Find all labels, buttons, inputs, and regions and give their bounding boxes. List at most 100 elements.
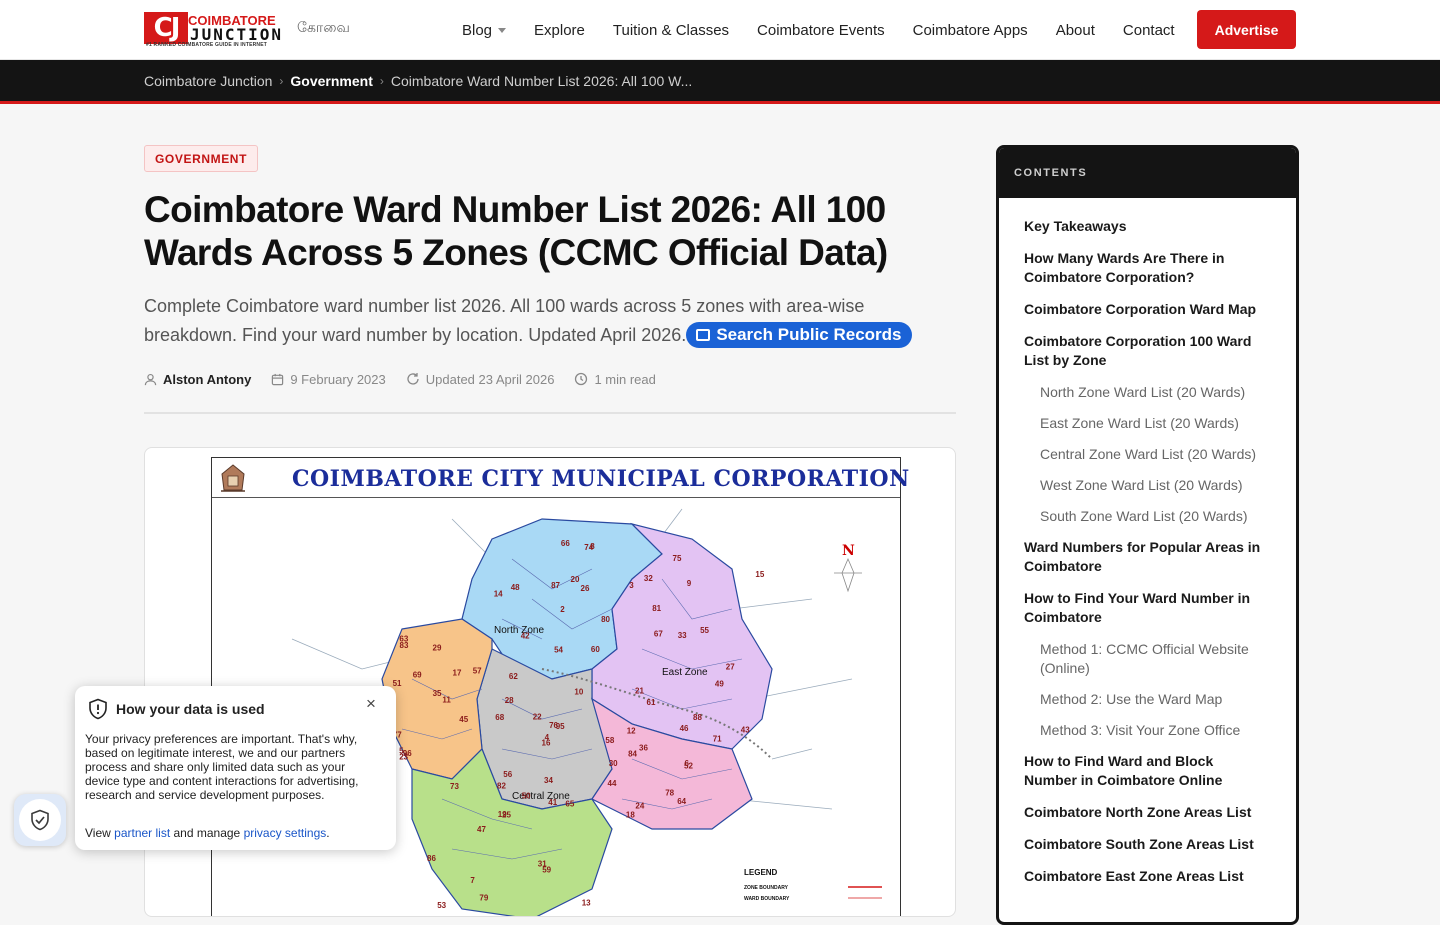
published-date: 9 February 2023 [290, 371, 386, 387]
legend-zone-boundary: ZONE BOUNDARY [744, 885, 789, 891]
privacy-settings-link[interactable]: privacy settings [244, 826, 327, 840]
ward-number-label: 9 [687, 579, 692, 588]
ward-number-label: 42 [521, 632, 530, 641]
toc-subitem[interactable]: West Zone Ward List (20 Wards) [1040, 476, 1265, 495]
partner-list-link[interactable]: partner list [114, 826, 170, 840]
chevron-right-icon: › [279, 73, 284, 88]
page-title: Coimbatore Ward Number List 2026: All 10… [144, 189, 888, 273]
toc-item[interactable]: Coimbatore East Zone Areas List [1024, 867, 1269, 886]
ward-number-label: 43 [741, 726, 750, 735]
ward-number-label: 59 [542, 866, 551, 875]
main-nav: Blog Explore Tuition & Classes Coimbator… [462, 0, 1203, 60]
site-header: CJ COIMBATORE JUNCTION #1 RANKED COIMBAT… [0, 0, 1440, 60]
toc-item[interactable]: Key Takeaways [1024, 217, 1269, 236]
advertise-button[interactable]: Advertise [1197, 10, 1296, 49]
logo-tamil-text: கோவை [297, 19, 350, 35]
ward-number-label: 80 [601, 615, 610, 624]
nav-coimbatore-events[interactable]: Coimbatore Events [757, 22, 885, 39]
search-public-records-button[interactable]: Search Public Records [686, 322, 912, 348]
privacy-settings-button-inner [19, 799, 61, 841]
ward-number-label: 66 [561, 539, 570, 548]
ward-number-label: 45 [459, 715, 468, 724]
toc-item[interactable]: Ward Numbers for Popular Areas in Coimba… [1024, 538, 1269, 576]
site-logo[interactable]: CJ COIMBATORE JUNCTION #1 RANKED COIMBAT… [144, 10, 284, 48]
privacy-foot-suffix: . [326, 826, 330, 840]
privacy-title: How your data is used [116, 701, 265, 717]
ward-number-label: 53 [437, 901, 446, 910]
ward-number-label: 25 [502, 810, 511, 819]
nav-tuition-classes[interactable]: Tuition & Classes [613, 22, 729, 39]
toc-subitem[interactable]: Method 2: Use the Ward Map [1040, 690, 1265, 709]
breadcrumb-home[interactable]: Coimbatore Junction [144, 73, 272, 89]
meta-read-time: 1 min read [574, 372, 656, 387]
ward-number-label: 86 [427, 854, 436, 863]
table-of-contents: CONTENTS Key Takeaways How Many Wards Are… [996, 145, 1299, 925]
nav-coimbatore-apps[interactable]: Coimbatore Apps [913, 22, 1028, 39]
ward-number-label: 14 [494, 590, 503, 599]
nav-about[interactable]: About [1056, 22, 1095, 39]
ward-number-label: 17 [453, 669, 462, 678]
ward-number-label: 75 [673, 554, 682, 563]
toc-item[interactable]: Coimbatore Corporation Ward Map [1024, 300, 1269, 319]
category-badge[interactable]: GOVERNMENT [144, 145, 259, 172]
ward-number-label: 33 [678, 631, 687, 640]
toc-item[interactable]: Coimbatore North Zone Areas List [1024, 803, 1269, 822]
logo-tagline: #1 RANKED COIMBATORE GUIDE IN INTERNET [146, 42, 268, 48]
ward-number-label: 57 [473, 666, 482, 675]
toc-subitem[interactable]: South Zone Ward List (20 Wards) [1040, 507, 1265, 526]
nav-contact[interactable]: Contact [1123, 22, 1175, 39]
ward-number-label: 35 [433, 689, 442, 698]
meta-updated: Updated 23 April 2026 [406, 372, 554, 387]
toc-item[interactable]: How to Find Ward and Block Number in Coi… [1024, 752, 1269, 790]
breadcrumb-bar: Coimbatore Junction › Government › Coimb… [0, 60, 1440, 104]
ward-number-label: 24 [635, 802, 644, 811]
privacy-foot-middle: and manage [170, 826, 244, 840]
toc-item[interactable]: How to Find Your Ward Number in Coimbato… [1024, 589, 1269, 627]
ward-number-label: 26 [581, 584, 590, 593]
toc-subitem[interactable]: Central Zone Ward List (20 Wards) [1040, 445, 1265, 464]
logo-mark: CJ [144, 12, 188, 44]
toc-item[interactable]: How Many Wards Are There in Coimbatore C… [1024, 249, 1269, 287]
privacy-footer: View partner list and manage privacy set… [85, 826, 330, 840]
ward-number-label: 60 [591, 645, 600, 654]
divider [144, 412, 956, 414]
ward-number-label: 28 [505, 696, 514, 705]
toc-subitem[interactable]: East Zone Ward List (20 Wards) [1040, 414, 1265, 433]
ward-number-label: 16 [542, 739, 551, 748]
toc-subitem[interactable]: Method 1: CCMC Official Website (Online) [1040, 640, 1265, 678]
meta-published: 9 February 2023 [271, 371, 386, 387]
ward-number-label: 30 [609, 759, 618, 768]
ward-number-label: 22 [533, 713, 542, 722]
ward-number-label: 27 [726, 663, 735, 672]
breadcrumb-current: Coimbatore Ward Number List 2026: All 10… [390, 72, 693, 89]
ward-number-label: 34 [544, 776, 553, 785]
ward-number-label: 82 [497, 782, 506, 791]
ward-number-label: 65 [565, 800, 574, 809]
ward-number-label: 44 [608, 779, 617, 788]
toc-heading: CONTENTS [999, 148, 1296, 198]
meta-author: Alston Antony [144, 372, 251, 387]
ward-number-label: 49 [715, 679, 724, 688]
author-link[interactable]: Alston Antony [163, 372, 251, 387]
ward-number-label: 73 [450, 782, 459, 791]
toc-item[interactable]: Coimbatore Corporation 100 Ward List by … [1024, 332, 1269, 370]
toc-item[interactable]: Coimbatore South Zone Areas List [1024, 835, 1269, 854]
ward-number-label: 69 [413, 671, 422, 680]
search-public-records-label: Search Public Records [716, 325, 902, 344]
nav-explore[interactable]: Explore [534, 22, 585, 39]
ward-number-label: 10 [574, 688, 583, 697]
toc-subitem[interactable]: North Zone Ward List (20 Wards) [1040, 383, 1265, 402]
ward-number-label: 51 [393, 679, 402, 688]
privacy-body: Your privacy preferences are important. … [85, 732, 359, 802]
ward-number-label: 67 [654, 630, 663, 639]
shield-icon [89, 698, 107, 720]
privacy-settings-button[interactable] [14, 794, 66, 846]
ward-number-label: 95 [556, 722, 565, 731]
ward-number-label: 12 [627, 727, 636, 736]
toc-subitem[interactable]: Method 3: Visit Your Zone Office [1040, 721, 1265, 740]
breadcrumb-government[interactable]: Government [290, 73, 372, 89]
north-arrow-icon [834, 557, 862, 593]
ward-number-label: 71 [713, 734, 722, 743]
nav-blog[interactable]: Blog [462, 22, 507, 39]
close-icon[interactable]: × [363, 695, 379, 712]
